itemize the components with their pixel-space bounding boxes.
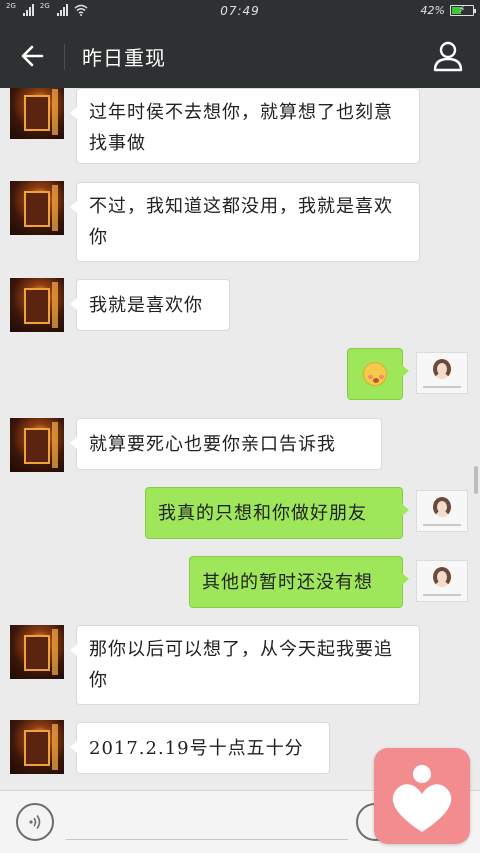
contact-avatar[interactable] <box>10 278 64 332</box>
voice-icon[interactable] <box>16 803 54 841</box>
blushing-face-emoji-icon <box>363 362 387 386</box>
my-avatar[interactable] <box>416 560 468 602</box>
my-avatar[interactable] <box>416 352 468 394</box>
contact-avatar[interactable] <box>10 625 64 679</box>
battery-percent: 42% <box>420 4 445 17</box>
incoming-message[interactable]: 就算要死心也要你亲口告诉我 <box>70 418 382 470</box>
contact-avatar[interactable] <box>10 720 64 774</box>
incoming-message[interactable]: 那你以后可以想了，从今天起我要追你 <box>70 625 420 705</box>
outgoing-message[interactable]: 其他的暂时还没有想 <box>189 556 409 608</box>
clock: 07:49 <box>220 4 260 18</box>
incoming-message[interactable]: 不过，我知道这都没用，我就是喜欢你 <box>70 182 420 262</box>
contact-avatar[interactable] <box>10 418 64 472</box>
header-divider <box>64 44 65 70</box>
incoming-message[interactable]: 2017.2.19号十点五十分 <box>70 722 330 774</box>
incoming-message[interactable]: 我就是喜欢你 <box>70 279 230 331</box>
scrollbar[interactable] <box>474 466 478 494</box>
contact-avatar[interactable] <box>10 88 64 139</box>
chat-title: 昨日重现 <box>82 46 166 70</box>
status-bar: 2G 2G 07:49 42% ⚡ <box>0 0 480 24</box>
person-icon[interactable] <box>432 40 464 72</box>
outgoing-message[interactable] <box>347 348 409 400</box>
message-list[interactable]: 过年时侯不去想你，就算想了也刻意找事做 不过，我知道这都没用，我就是喜欢你 我就… <box>0 88 480 790</box>
outgoing-message[interactable]: 我真的只想和你做好朋友 <box>145 487 409 539</box>
battery-icon: ⚡ <box>450 5 476 16</box>
floating-app-icon[interactable] <box>374 748 470 844</box>
incoming-message[interactable]: 过年时侯不去想你，就算想了也刻意找事做 <box>70 88 420 164</box>
back-arrow-icon[interactable] <box>16 40 48 72</box>
message-input[interactable] <box>66 839 348 840</box>
my-avatar[interactable] <box>416 490 468 532</box>
chat-header: 昨日重现 <box>0 24 480 88</box>
contact-avatar[interactable] <box>10 181 64 235</box>
